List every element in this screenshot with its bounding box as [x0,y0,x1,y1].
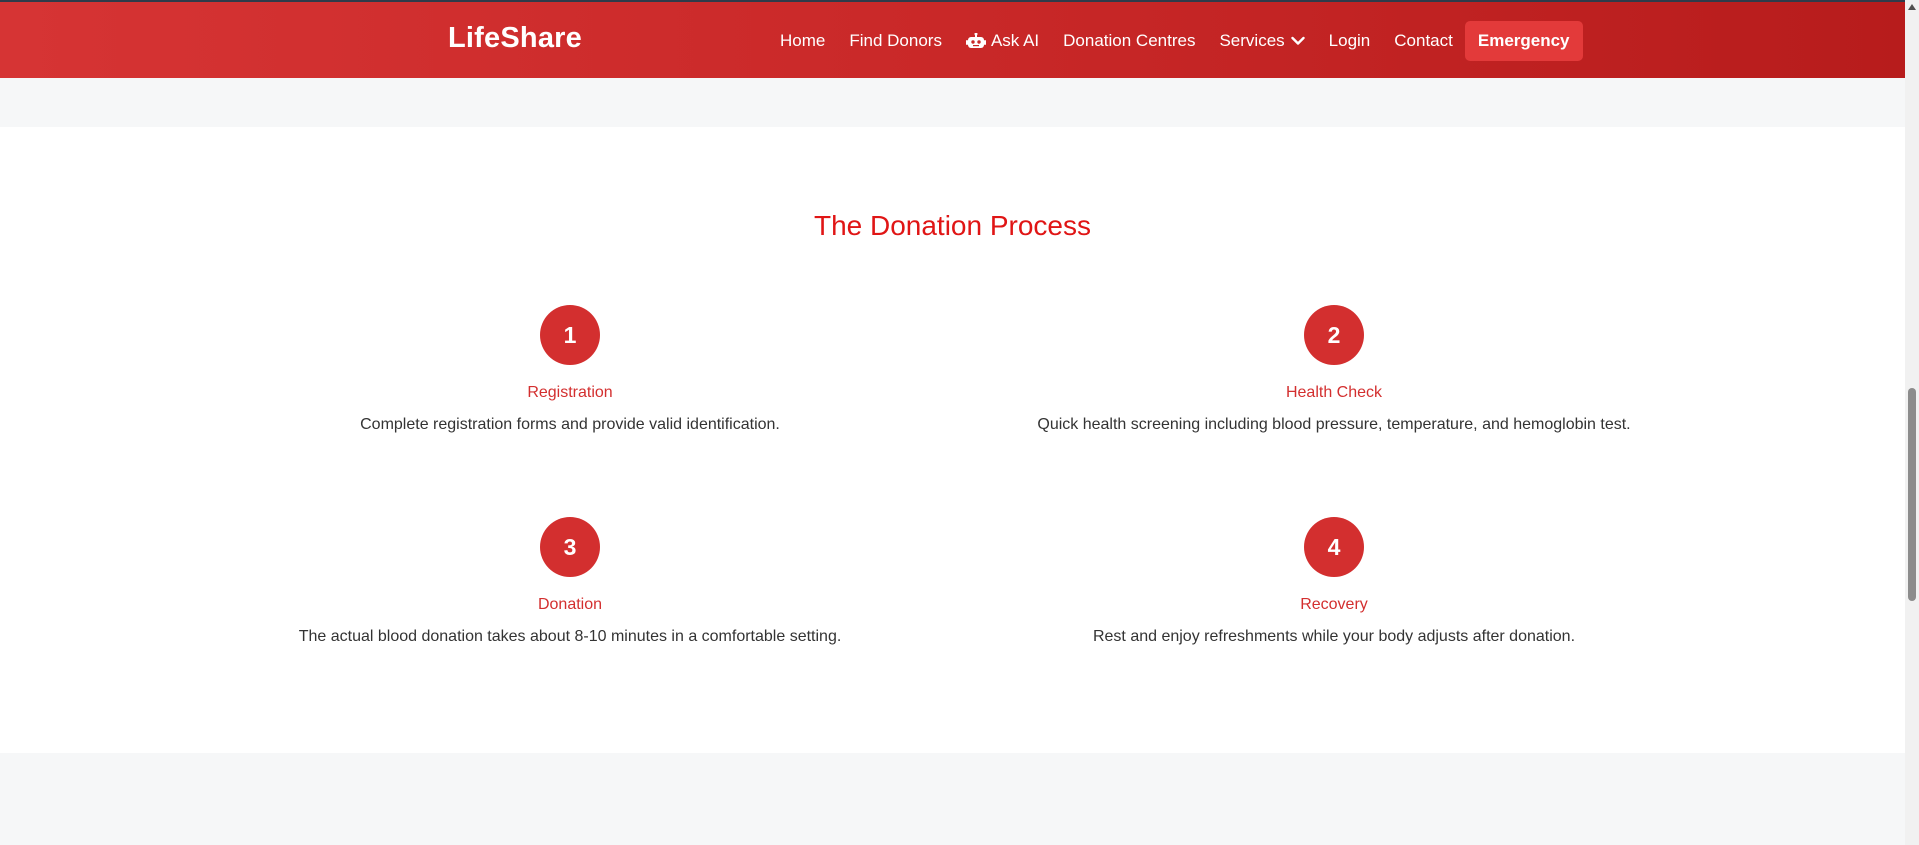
step-number-badge: 2 [1304,305,1364,365]
step-title: Registration [527,384,613,401]
nav-services-dropdown[interactable]: Services [1207,21,1316,61]
nav-login-label: Login [1328,31,1371,50]
main-nav: Home Find Donors Ask AI Donation Centres… [768,21,1583,61]
process-step-3: 3 Donation The actual blood donation tak… [190,517,950,647]
nav-home-label: Home [780,31,826,50]
top-navbar: LifeShare Home Find Donors Ask AI Donati… [0,0,1905,78]
step-description: Quick health screening including blood p… [1037,416,1631,433]
nav-contact-label: Contact [1394,31,1453,50]
step-number-badge: 4 [1304,517,1364,577]
step-number-badge: 1 [540,305,600,365]
nav-home[interactable]: Home [768,21,837,61]
process-step-1: 1 Registration Complete registration for… [190,305,950,435]
nav-login[interactable]: Login [1317,21,1383,61]
nav-ask-ai-label: Ask AI [990,31,1040,50]
process-step-2: 2 Health Check Quick health screening in… [954,305,1714,435]
nav-find-donors[interactable]: Find Donors [837,21,954,61]
step-description: The actual blood donation takes about 8-… [298,628,842,645]
nav-donation-centres-label: Donation Centres [1063,31,1196,50]
step-title: Donation [537,596,603,613]
donation-process-section: The Donation Process 1 Registration Comp… [0,127,1905,753]
robot-icon [965,33,986,49]
emergency-button[interactable]: Emergency [1464,21,1583,61]
nav-contact[interactable]: Contact [1382,21,1465,61]
nav-donation-centres[interactable]: Donation Centres [1051,21,1207,61]
step-number-badge: 3 [540,517,600,577]
step-description: Complete registration forms and provide … [360,416,780,433]
step-title: Health Check [1285,384,1383,401]
process-step-4: 4 Recovery Rest and enjoy refreshments w… [954,517,1714,647]
nav-find-donors-label: Find Donors [849,31,942,50]
brand-logo[interactable]: LifeShare [448,20,582,56]
step-title: Recovery [1300,596,1368,613]
nav-ask-ai[interactable]: Ask AI [954,21,1051,61]
scroll-up-arrow-icon[interactable] [1908,4,1916,10]
chevron-down-icon [1290,36,1305,46]
scrollbar-thumb[interactable] [1908,388,1916,601]
page-scrollbar[interactable] [1905,0,1919,845]
nav-services-label: Services [1219,31,1285,50]
step-description: Rest and enjoy refreshments while your b… [1092,628,1576,645]
section-title: The Donation Process [813,210,1092,241]
